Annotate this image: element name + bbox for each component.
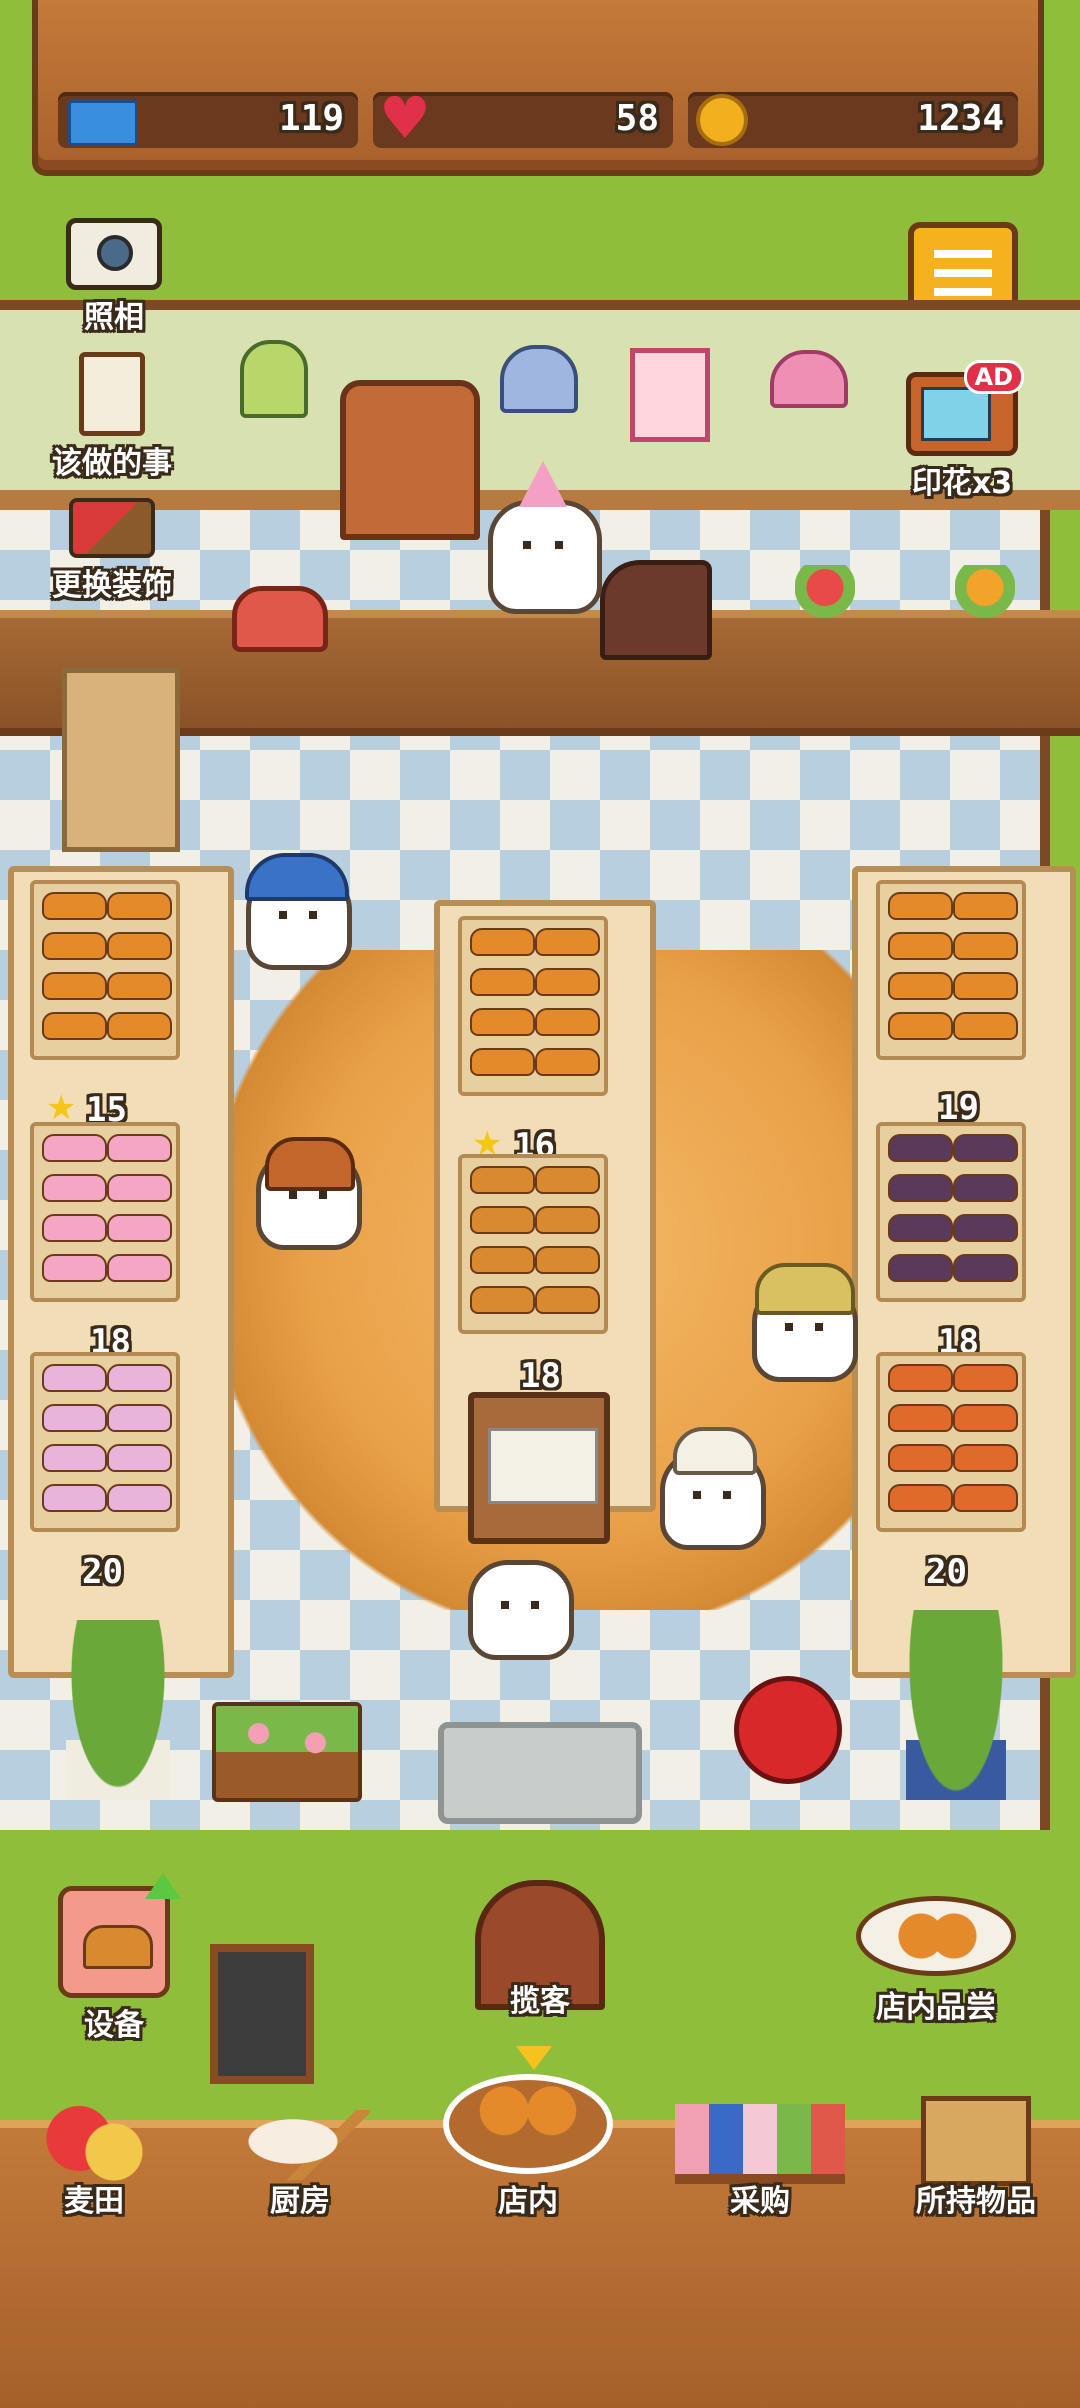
nav-label: 采购 xyxy=(730,2184,790,2219)
bread-tray[interactable] xyxy=(876,880,1026,1060)
decor-label: 更换装饰 xyxy=(52,568,172,603)
nav-label: 厨房 xyxy=(270,2184,330,2219)
nav-wheat-field[interactable]: 麦田 xyxy=(0,2090,194,2330)
solicit-button[interactable]: 揽客 xyxy=(440,1880,640,2020)
bakery-cart[interactable] xyxy=(468,1392,610,1544)
door-mat xyxy=(438,1722,642,1824)
register-icon xyxy=(600,560,712,660)
antler-hat-icon xyxy=(265,1137,355,1191)
blue-lamp-icon xyxy=(500,345,578,413)
nav-label: 店内 xyxy=(498,2184,558,2219)
cardboard-box xyxy=(62,668,180,852)
green-lamp-icon xyxy=(240,340,308,418)
potted-plant-icon xyxy=(906,1610,1006,1800)
paint-roller-icon xyxy=(69,498,155,558)
wheat-sack-icon xyxy=(44,2098,144,2188)
tickets-stat: 119 xyxy=(58,92,358,148)
stamp-tv-button[interactable]: AD 印花x3 xyxy=(862,360,1062,502)
bread-tray[interactable] xyxy=(30,880,180,1060)
daruma-icon xyxy=(734,1676,842,1784)
todo-label: 该做的事 xyxy=(52,446,172,481)
nav-kitchen[interactable]: 厨房 xyxy=(200,2090,400,2330)
bucket-hat-icon xyxy=(755,1263,855,1315)
camera-label: 照相 xyxy=(84,300,144,335)
tasting-button[interactable]: 店内品尝 xyxy=(836,1896,1036,2026)
nav-shop[interactable]: 店内 xyxy=(428,2046,628,2286)
flower-vase-icon xyxy=(955,565,1015,655)
decor-button[interactable]: 更换装饰 xyxy=(12,498,212,604)
bread-tray[interactable] xyxy=(458,1154,608,1334)
customer-character xyxy=(660,1427,766,1550)
stamp-label: 印花x3 xyxy=(911,466,1013,501)
clipboard-icon xyxy=(79,352,145,436)
goods-shelf-icon xyxy=(675,2104,845,2184)
shopkeeper-character xyxy=(488,461,602,614)
customer-character xyxy=(256,1137,362,1250)
box-icon xyxy=(921,2096,1031,2186)
selected-indicator-icon xyxy=(516,2046,552,2070)
nav-label: 所持物品 xyxy=(916,2184,1036,2219)
flower-planter-icon xyxy=(212,1702,362,1802)
bread-cabinet xyxy=(340,380,480,540)
nav-label: 麦田 xyxy=(64,2184,124,2219)
todo-button[interactable]: 该做的事 xyxy=(12,352,212,482)
tasting-plate-icon xyxy=(856,1896,1016,1976)
phone-icon xyxy=(232,586,328,652)
flower-vase-icon xyxy=(795,565,855,655)
equipment-label: 设备 xyxy=(84,2008,144,2043)
ticket-icon xyxy=(68,100,138,146)
tasting-label: 店内品尝 xyxy=(876,1990,996,2025)
bread-tray[interactable] xyxy=(30,1122,180,1302)
stock-count: 20 xyxy=(82,1552,123,1592)
nav-purchase[interactable]: 采购 xyxy=(660,2090,860,2330)
bread-basket-icon xyxy=(443,2074,613,2174)
tickets-value: 119 xyxy=(278,98,344,139)
party-hat-icon xyxy=(519,461,567,507)
heart-icon: ♥ xyxy=(379,84,431,152)
coin-icon xyxy=(696,94,748,146)
customer-character xyxy=(245,853,352,970)
customer-character xyxy=(468,1560,574,1660)
equipment-button[interactable]: 设备 xyxy=(14,1873,214,2044)
coins-stat: 1234 xyxy=(688,92,1018,148)
bread-tray[interactable] xyxy=(876,1122,1026,1302)
nav-inventory[interactable]: 所持物品 xyxy=(876,2090,1076,2330)
customer-character xyxy=(752,1263,858,1382)
hearts-stat: ♥ 58 xyxy=(373,88,673,148)
upgrade-arrow-icon xyxy=(145,1873,181,1899)
camera-button[interactable]: 照相 xyxy=(14,218,214,336)
camera-icon xyxy=(66,218,162,290)
poster xyxy=(630,348,710,442)
equipment-icon xyxy=(58,1873,181,1998)
dough-roller-icon xyxy=(230,2110,370,2180)
solicit-label: 揽客 xyxy=(510,1984,570,2019)
ad-badge: AD xyxy=(963,360,1024,394)
chef-hat-icon xyxy=(673,1427,757,1475)
hearts-value: 58 xyxy=(615,98,659,139)
bread-tray[interactable] xyxy=(30,1352,180,1532)
stats-board: 119 ♥ 58 1234 xyxy=(32,0,1044,176)
potted-plant-icon xyxy=(66,1620,170,1800)
stock-count: 18 xyxy=(520,1356,561,1396)
bread-tray[interactable] xyxy=(876,1352,1026,1532)
coins-value: 1234 xyxy=(917,98,1004,139)
menu-chalkboard[interactable] xyxy=(210,1944,314,2084)
hamburger-icon xyxy=(934,250,992,296)
stock-count: 20 xyxy=(926,1552,967,1592)
pink-lamp-icon xyxy=(770,350,848,408)
bread-tray[interactable] xyxy=(458,916,608,1096)
